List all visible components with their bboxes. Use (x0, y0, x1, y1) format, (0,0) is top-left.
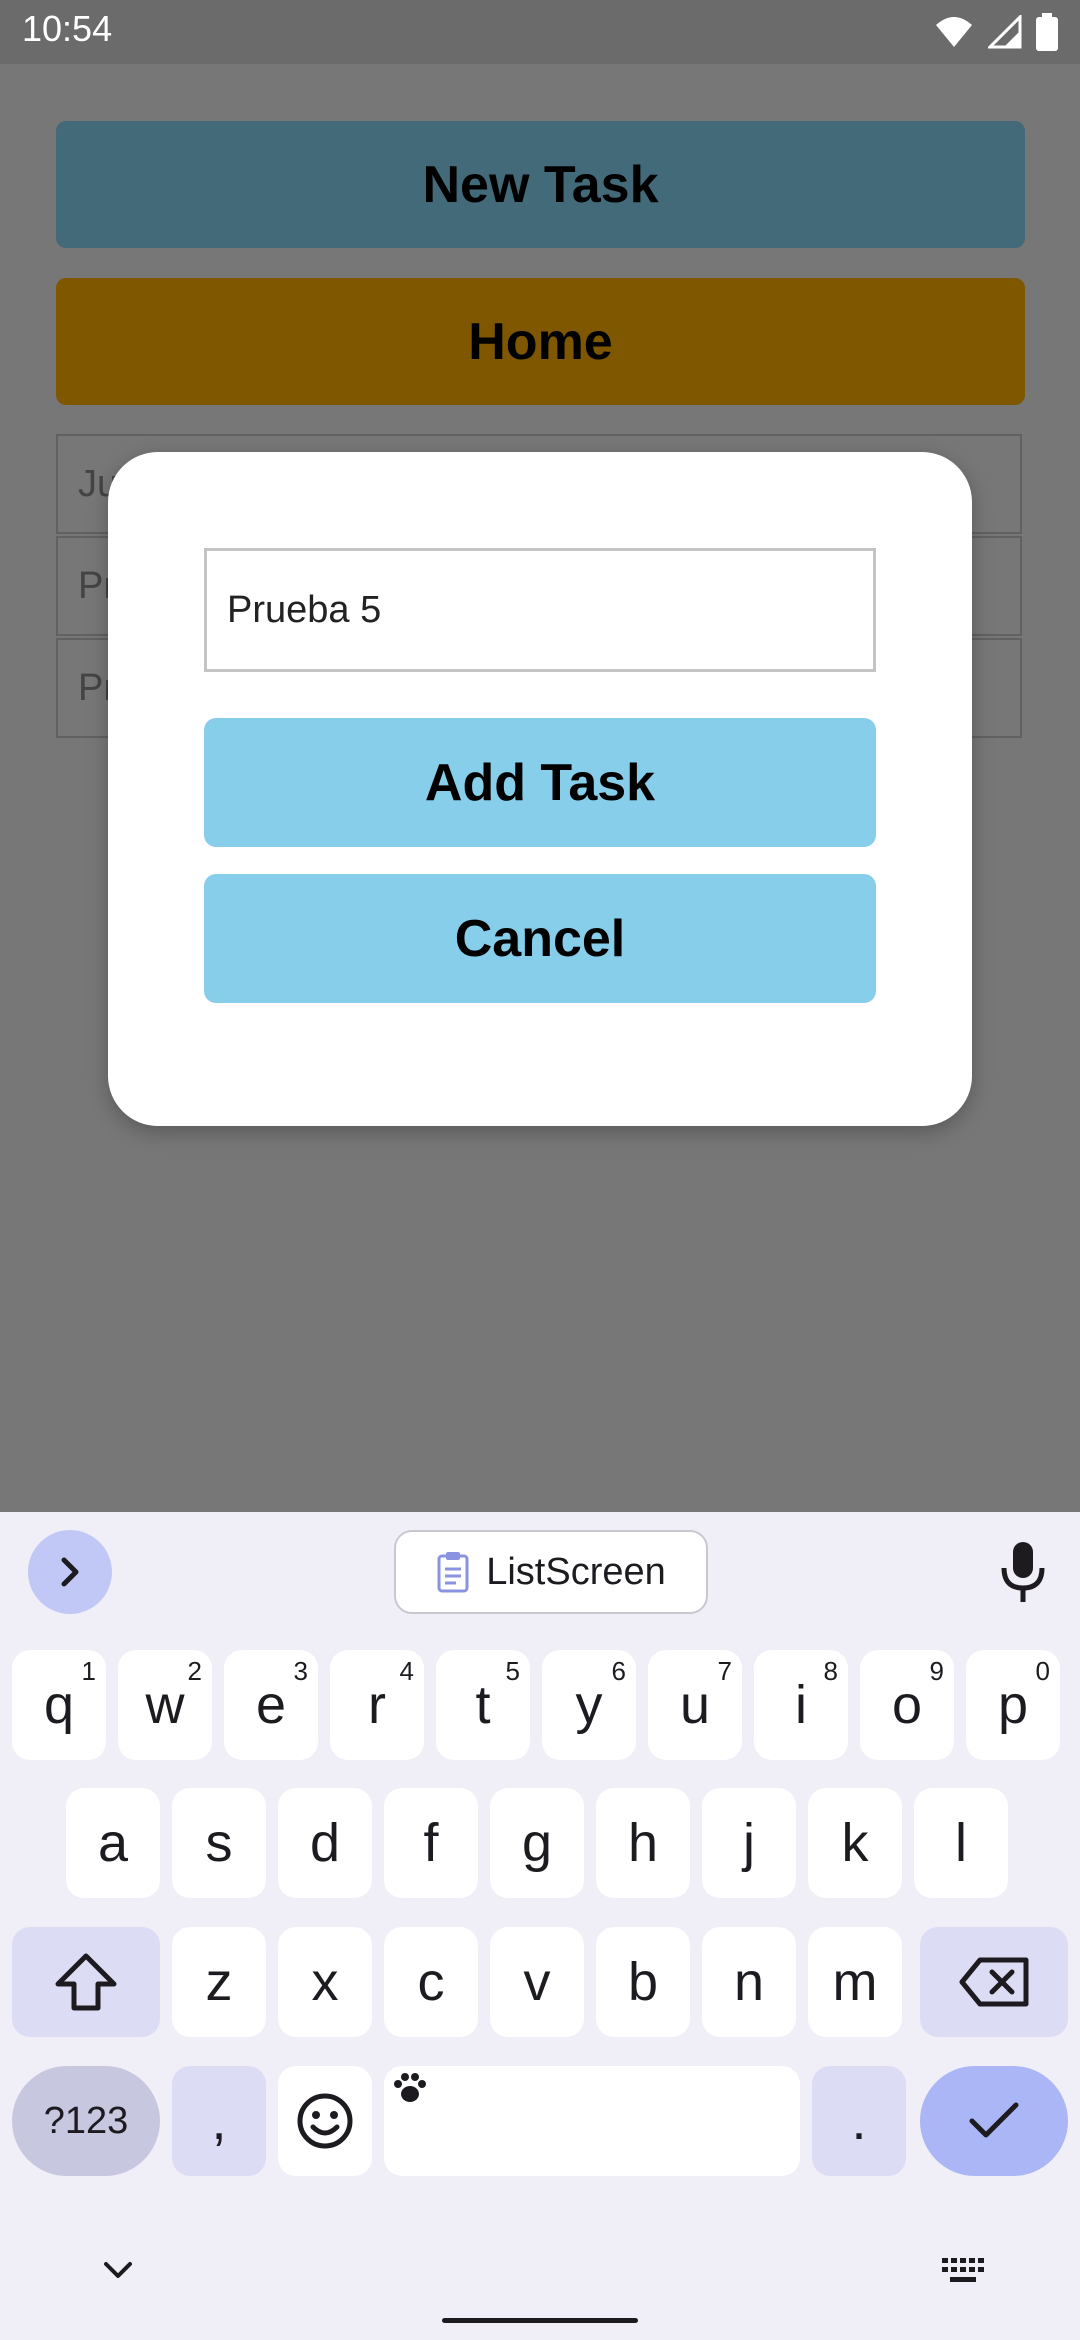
key-number-hint: 0 (1035, 1656, 1050, 1686)
key-f[interactable]: f (384, 1788, 478, 1898)
key-label: y (575, 1675, 603, 1735)
clipboard-suggestion-chip[interactable]: ListScreen (394, 1530, 708, 1614)
done-key[interactable] (920, 2066, 1068, 2176)
space-key[interactable] (384, 2066, 800, 2176)
key-v[interactable]: v (490, 1927, 584, 2037)
key-u[interactable]: u7 (648, 1650, 742, 1760)
key-number-hint: 2 (187, 1656, 202, 1686)
key-label: t (475, 1675, 491, 1735)
key-r[interactable]: r4 (330, 1650, 424, 1760)
key-h[interactable]: h (596, 1788, 690, 1898)
clipboard-icon (437, 1552, 469, 1593)
key-z[interactable]: z (172, 1927, 266, 2037)
key-label: w (145, 1675, 185, 1735)
backspace-icon (959, 1957, 1029, 2007)
key-i[interactable]: i8 (754, 1650, 848, 1760)
key-w[interactable]: w2 (118, 1650, 212, 1760)
clipboard-chip-label: ListScreen (486, 1550, 666, 1593)
key-d[interactable]: d (278, 1788, 372, 1898)
key-m[interactable]: m (808, 1927, 902, 2037)
key-number-hint: 1 (81, 1656, 96, 1686)
navigation-handle[interactable] (442, 2318, 638, 2323)
key-b[interactable]: b (596, 1927, 690, 2037)
backspace-key[interactable] (920, 1927, 1068, 2037)
add-task-button[interactable]: Add Task (204, 718, 876, 847)
key-label: q (43, 1675, 75, 1735)
key-label: p (997, 1675, 1029, 1735)
key-number-hint: 7 (717, 1656, 732, 1686)
key-number-hint: 3 (293, 1656, 308, 1686)
key-y[interactable]: y6 (542, 1650, 636, 1760)
key-l[interactable]: l (914, 1788, 1008, 1898)
emoji-icon (297, 2093, 353, 2149)
key-k[interactable]: k (808, 1788, 902, 1898)
shift-key[interactable] (12, 1927, 160, 2037)
key-number-hint: 9 (929, 1656, 944, 1686)
emoji-key[interactable] (278, 2066, 372, 2176)
key-q[interactable]: q1 (12, 1650, 106, 1760)
status-icons (934, 10, 1058, 54)
key-s[interactable]: s (172, 1788, 266, 1898)
checkmark-icon (969, 2102, 1019, 2138)
key-number-hint: 4 (399, 1656, 414, 1686)
status-bar (0, 0, 1080, 64)
chevron-right-icon (61, 1557, 79, 1587)
paw-icon (394, 2073, 426, 2102)
key-n[interactable]: n (702, 1927, 796, 2037)
key-g[interactable]: g (490, 1788, 584, 1898)
key-label: r (368, 1675, 386, 1735)
key-e[interactable]: e3 (224, 1650, 318, 1760)
comma-key[interactable]: , (172, 2066, 266, 2176)
status-time: 10:54 (22, 8, 113, 49)
home-button[interactable]: Home (56, 278, 1025, 405)
key-label: o (891, 1675, 923, 1735)
key-a[interactable]: a (66, 1788, 160, 1898)
hide-keyboard-icon[interactable] (100, 2258, 136, 2282)
task-name-input[interactable] (204, 548, 876, 672)
key-t[interactable]: t5 (436, 1650, 530, 1760)
new-task-button[interactable]: New Task (56, 121, 1025, 248)
shift-icon (55, 1953, 117, 2011)
period-key[interactable]: . (812, 2066, 906, 2176)
key-label: u (679, 1675, 711, 1735)
cancel-button[interactable]: Cancel (204, 874, 876, 1003)
key-number-hint: 5 (505, 1656, 520, 1686)
key-c[interactable]: c (384, 1927, 478, 2037)
symbols-key[interactable]: ?123 (12, 2066, 160, 2176)
key-number-hint: 8 (823, 1656, 838, 1686)
cellular-signal-icon (988, 15, 1022, 49)
key-label: e (255, 1675, 287, 1735)
keyboard-switcher-icon[interactable] (940, 2256, 986, 2286)
key-x[interactable]: x (278, 1927, 372, 2037)
microphone-icon (1001, 1542, 1045, 1602)
soft-keyboard (0, 1512, 1080, 2340)
microphone-button[interactable] (998, 1540, 1048, 1604)
key-o[interactable]: o9 (860, 1650, 954, 1760)
wifi-icon (936, 17, 972, 47)
expand-toolbar-button[interactable] (28, 1530, 112, 1614)
key-j[interactable]: j (702, 1788, 796, 1898)
key-p[interactable]: p0 (966, 1650, 1060, 1760)
battery-icon (1036, 13, 1058, 51)
key-number-hint: 6 (611, 1656, 626, 1686)
key-label: i (795, 1675, 807, 1735)
